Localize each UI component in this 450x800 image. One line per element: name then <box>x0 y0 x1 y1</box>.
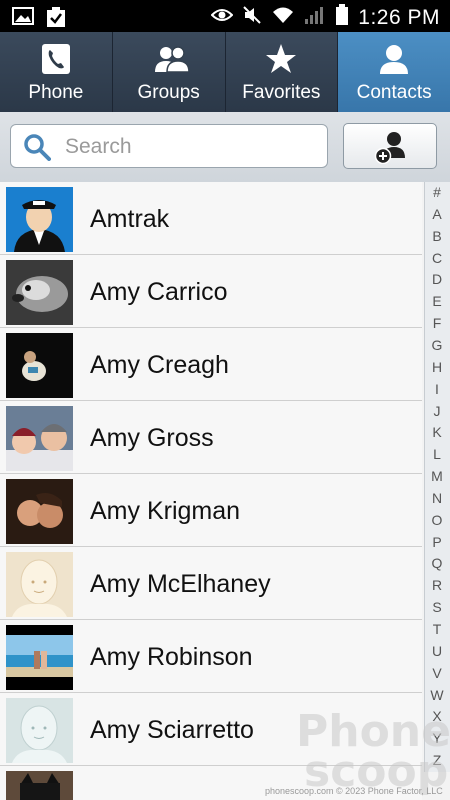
signal-icon <box>304 5 326 30</box>
task-notification-icon <box>46 6 66 33</box>
index-letter[interactable]: R <box>425 577 449 593</box>
index-letter[interactable]: W <box>425 687 449 703</box>
watermark: Phone scoop <box>296 710 450 794</box>
tab-favorites[interactable]: Favorites <box>226 32 339 112</box>
index-letter[interactable]: O <box>425 512 449 528</box>
contact-row[interactable]: Amy Carrico <box>0 255 422 328</box>
index-letter[interactable]: H <box>425 359 449 375</box>
contact-avatar <box>6 406 73 471</box>
index-letter[interactable]: M <box>425 468 449 484</box>
contact-name: Amy Sciarretto <box>90 716 254 744</box>
contact-row[interactable]: Amy Krigman <box>0 474 422 547</box>
tab-phone[interactable]: Phone <box>0 32 113 112</box>
index-letter[interactable]: B <box>425 228 449 244</box>
tab-contacts[interactable]: Contacts <box>338 32 450 112</box>
wifi-icon <box>271 5 295 30</box>
index-letter[interactable]: I <box>425 381 449 397</box>
contact-avatar <box>6 625 73 690</box>
contact-row[interactable]: Amy McElhaney <box>0 547 422 620</box>
star-icon <box>264 42 298 76</box>
gallery-notification-icon <box>12 6 34 33</box>
contact-row[interactable]: Amy Gross <box>0 401 422 474</box>
index-letter[interactable]: D <box>425 271 449 287</box>
index-letter[interactable]: L <box>425 446 449 462</box>
contact-name: Amy Gross <box>90 424 214 452</box>
index-letter[interactable]: G <box>425 337 449 353</box>
footer-credit: phonescoop.com © 2023 Phone Factor, LLC <box>265 786 443 796</box>
index-letter[interactable]: F <box>425 315 449 331</box>
contact-avatar <box>6 187 73 252</box>
tab-favorites-label: Favorites <box>242 82 321 103</box>
index-letter[interactable]: S <box>425 599 449 615</box>
add-contact-icon <box>374 132 405 164</box>
index-letter[interactable]: J <box>425 403 449 419</box>
index-letter[interactable]: N <box>425 490 449 506</box>
tab-bar: Phone Groups Favorites Contacts <box>0 32 450 112</box>
contact-avatar <box>6 260 73 325</box>
phone-icon <box>39 42 73 76</box>
index-letter[interactable]: P <box>425 534 449 550</box>
tab-phone-label: Phone <box>28 82 84 103</box>
contact-name: Amtrak <box>90 205 170 233</box>
index-letter[interactable]: A <box>425 206 449 222</box>
status-bar: 1:26 PM <box>0 0 450 32</box>
contact-name: Amy Robinson <box>90 643 253 671</box>
contact-row[interactable]: Amy Robinson <box>0 620 422 693</box>
battery-icon <box>335 4 349 31</box>
smart-stay-eye-icon <box>210 7 234 28</box>
index-letter[interactable]: T <box>425 621 449 637</box>
contact-name: Amy Creagh <box>90 351 229 379</box>
contact-name: Amy McElhaney <box>90 570 271 598</box>
search-bar <box>0 112 450 182</box>
tab-groups[interactable]: Groups <box>113 32 226 112</box>
contact-name: Amy Krigman <box>90 497 241 525</box>
alphabet-index[interactable]: # A B C D E F G H I J K L M N O P Q R S T U V W X Y Z <box>424 182 450 772</box>
search-box[interactable] <box>10 124 328 169</box>
search-input[interactable] <box>63 125 317 169</box>
contact-avatar <box>6 333 73 398</box>
default-avatar-icon <box>6 698 73 763</box>
contact-avatar <box>6 479 73 544</box>
groups-icon <box>152 42 190 76</box>
index-letter[interactable]: E <box>425 293 449 309</box>
contact-avatar <box>6 771 73 800</box>
index-letter[interactable]: C <box>425 250 449 266</box>
index-letter[interactable]: # <box>425 184 449 200</box>
contact-name: Amy Carrico <box>90 278 228 306</box>
add-contact-button[interactable] <box>343 123 437 169</box>
tab-contacts-label: Contacts <box>356 82 432 103</box>
tab-groups-label: Groups <box>137 82 200 103</box>
contact-icon <box>377 42 411 76</box>
contact-row[interactable]: Amtrak <box>0 182 422 255</box>
search-icon <box>23 133 51 166</box>
contact-row[interactable]: Amy Creagh <box>0 328 422 401</box>
mute-icon <box>242 5 262 30</box>
index-letter[interactable]: V <box>425 665 449 681</box>
index-letter[interactable]: K <box>425 424 449 440</box>
default-avatar-icon <box>6 552 73 617</box>
clock: 1:26 PM <box>358 5 440 29</box>
index-letter[interactable]: U <box>425 643 449 659</box>
index-letter[interactable]: Q <box>425 555 449 571</box>
